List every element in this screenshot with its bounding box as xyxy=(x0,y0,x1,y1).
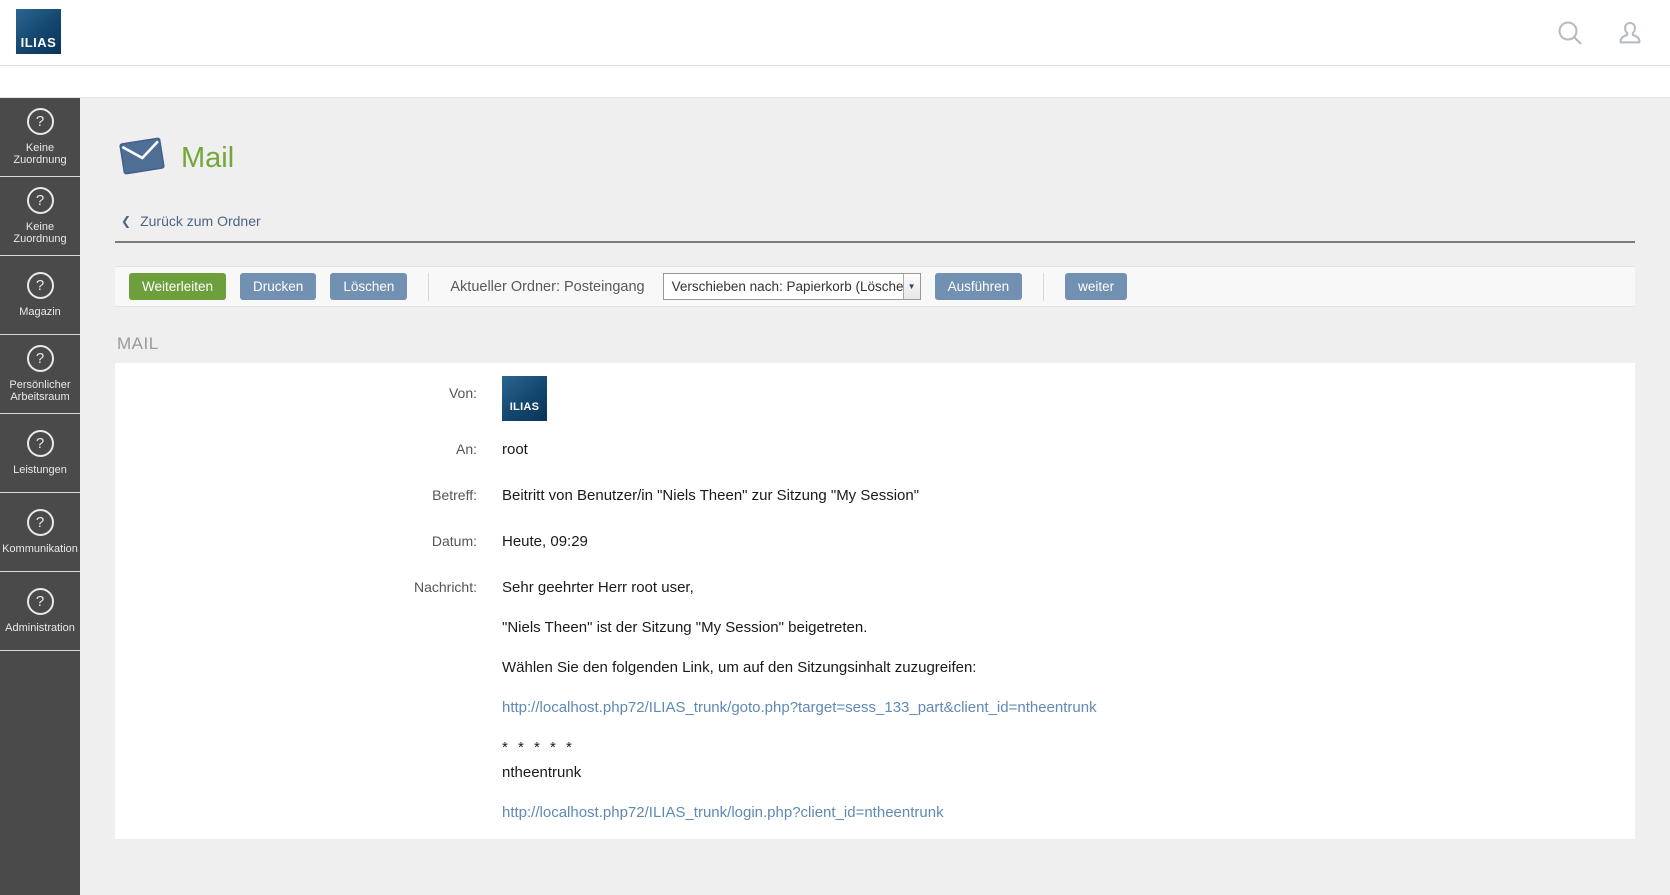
question-mark-icon: ? xyxy=(27,108,54,135)
date-label: Datum: xyxy=(115,532,477,549)
message-joined-line: "Niels Theen" ist der Sitzung "My Sessio… xyxy=(502,618,1097,638)
question-mark-glyph: ? xyxy=(36,594,44,609)
current-folder-label: Aktueller Ordner: Posteingang xyxy=(450,279,644,295)
topbar-icons xyxy=(1555,18,1645,48)
main-area: ? Keine Zuordnung ? Keine Zuordnung ? Ma… xyxy=(0,98,1670,895)
login-link[interactable]: http://localhost.php72/ILIAS_trunk/login… xyxy=(502,804,944,821)
sidebar-item-label: Leistungen xyxy=(13,464,67,476)
message-separator: * * * * * xyxy=(502,738,1097,758)
next-button[interactable]: weiter xyxy=(1065,273,1127,301)
page-header: Mail xyxy=(121,140,1635,177)
sidebar-item-label: Persönlicher Arbeitsraum xyxy=(2,379,78,403)
from-value: ILIAS xyxy=(502,376,547,421)
move-to-select-value: Verschieben nach: Papierkorb (Löschen) xyxy=(664,274,903,299)
mail-detail-panel: Von: ILIAS An: root Betreff: Beitritt vo… xyxy=(115,363,1635,839)
execute-button[interactable]: Ausführen xyxy=(935,273,1023,301)
question-mark-icon: ? xyxy=(27,187,54,214)
subject-label: Betreff: xyxy=(115,486,477,503)
date-value: Heute, 09:29 xyxy=(502,532,588,552)
sidebar-item-leistungen[interactable]: ? Leistungen xyxy=(0,414,80,493)
to-value: root xyxy=(502,440,528,460)
question-mark-icon: ? xyxy=(27,430,54,457)
subject-value: Beitritt von Benutzer/in "Niels Theen" z… xyxy=(502,486,919,506)
question-mark-glyph: ? xyxy=(36,351,44,366)
message-body: Sehr geehrter Herr root user, "Niels The… xyxy=(502,578,1097,823)
question-mark-icon: ? xyxy=(27,509,54,536)
main-content: Mail ❮ Zurück zum Ordner Weiterleiten Dr… xyxy=(80,98,1670,895)
mail-section-title: MAIL xyxy=(117,334,1635,354)
question-mark-glyph: ? xyxy=(36,278,44,293)
secondary-header xyxy=(0,66,1670,98)
sidebar-item-label: Administration xyxy=(5,622,75,634)
forward-button[interactable]: Weiterleiten xyxy=(129,273,226,301)
sender-avatar-text: ILIAS xyxy=(510,397,540,421)
toolbar-separator xyxy=(428,273,429,301)
sidebar-item-persoenlicher-arbeitsraum[interactable]: ? Persönlicher Arbeitsraum xyxy=(0,335,80,414)
message-login-link-line: http://localhost.php72/ILIAS_trunk/login… xyxy=(502,803,1097,823)
ilias-logo-text: ILIAS xyxy=(21,35,57,54)
question-mark-icon: ? xyxy=(27,272,54,299)
mail-envelope-icon xyxy=(121,140,163,177)
sidebar-item-label: Magazin xyxy=(19,306,61,318)
message-label: Nachricht: xyxy=(115,578,477,595)
question-mark-icon: ? xyxy=(27,588,54,615)
page-title: Mail xyxy=(181,142,234,175)
top-header: ILIAS xyxy=(0,0,1670,66)
back-to-folder-link[interactable]: ❮ Zurück zum Ordner xyxy=(121,213,261,229)
select-dropdown-arrow-icon: ▼ xyxy=(903,274,920,299)
message-session-link-line: http://localhost.php72/ILIAS_trunk/goto.… xyxy=(502,698,1097,718)
message-row: Nachricht: Sehr geehrter Herr root user,… xyxy=(115,578,1635,823)
question-mark-icon: ? xyxy=(27,345,54,372)
sidebar-item-label: Kommunikation xyxy=(2,543,78,555)
mail-toolbar: Weiterleiten Drucken Löschen Aktueller O… xyxy=(115,266,1635,307)
sidebar-item-keine-zuordnung-1[interactable]: ? Keine Zuordnung xyxy=(0,98,80,177)
sender-avatar: ILIAS xyxy=(502,376,547,421)
date-row: Datum: Heute, 09:29 xyxy=(115,532,1635,552)
header-divider xyxy=(115,241,1635,243)
print-button[interactable]: Drucken xyxy=(240,273,316,301)
back-to-folder-label: Zurück zum Ordner xyxy=(140,213,261,229)
delete-button[interactable]: Löschen xyxy=(330,273,407,301)
question-mark-glyph: ? xyxy=(36,114,44,129)
subject-row: Betreff: Beitritt von Benutzer/in "Niels… xyxy=(115,486,1635,506)
sidebar-item-administration[interactable]: ? Administration xyxy=(0,572,80,651)
message-link-intro: Wählen Sie den folgenden Link, um auf de… xyxy=(502,658,1097,678)
search-icon[interactable] xyxy=(1555,18,1585,48)
question-mark-glyph: ? xyxy=(36,436,44,451)
sidebar-item-magazin[interactable]: ? Magazin xyxy=(0,256,80,335)
sidebar-item-label: Keine Zuordnung xyxy=(2,221,78,245)
move-to-select[interactable]: Verschieben nach: Papierkorb (Löschen) ▼ xyxy=(663,273,921,300)
sidebar-item-label: Keine Zuordnung xyxy=(2,142,78,166)
from-label: Von: xyxy=(115,376,477,401)
installation-name: ntheentrunk xyxy=(502,763,1097,783)
question-mark-glyph: ? xyxy=(36,193,44,208)
sidebar-item-kommunikation[interactable]: ? Kommunikation xyxy=(0,493,80,572)
from-row: Von: ILIAS xyxy=(115,376,1635,421)
to-label: An: xyxy=(115,440,477,457)
question-mark-glyph: ? xyxy=(36,515,44,530)
to-row: An: root xyxy=(115,440,1635,460)
back-row: ❮ Zurück zum Ordner xyxy=(121,212,1635,230)
message-greeting: Sehr geehrter Herr root user, xyxy=(502,578,1097,598)
session-link[interactable]: http://localhost.php72/ILIAS_trunk/goto.… xyxy=(502,699,1097,716)
sidebar-item-keine-zuordnung-2[interactable]: ? Keine Zuordnung xyxy=(0,177,80,256)
sidebar: ? Keine Zuordnung ? Keine Zuordnung ? Ma… xyxy=(0,98,80,895)
toolbar-separator xyxy=(1043,273,1044,301)
user-menu-icon[interactable] xyxy=(1615,18,1645,48)
ilias-logo[interactable]: ILIAS xyxy=(16,9,61,54)
app-root: ILIAS ? Keine Zuordnung xyxy=(0,0,1670,895)
chevron-left-icon: ❮ xyxy=(121,214,131,228)
sidebar-filler xyxy=(0,651,80,895)
